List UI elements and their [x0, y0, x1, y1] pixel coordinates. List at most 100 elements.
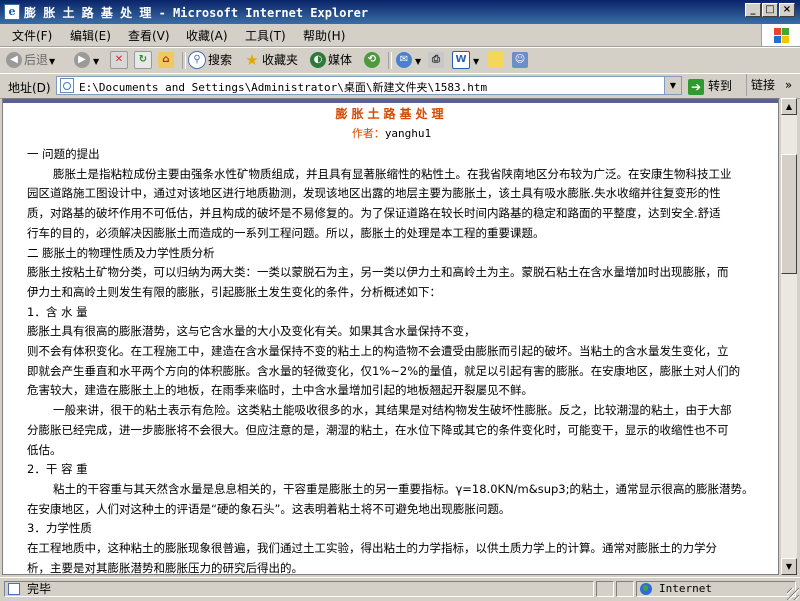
- favorites-button[interactable]: ★ 收藏夹: [244, 51, 298, 69]
- messenger-icon: ☺: [512, 51, 528, 68]
- forward-arrow-icon: ▶: [74, 51, 90, 68]
- article-line: 在工程地质中，这种粘土的膨胀现象很普遍，我们通过土工实验，得出粘土的力学指标，以…: [27, 541, 717, 555]
- links-chevron-icon[interactable]: »: [785, 78, 792, 92]
- back-label: 后退: [24, 53, 49, 67]
- menu-tools[interactable]: 工具(T): [245, 27, 286, 44]
- author-line: 作者：yanghu1: [3, 125, 778, 141]
- article-line: 质，对路基的破坏作用不可低估，并且构成的破坏是不易修复的。为了保证道路在较长时间…: [27, 206, 721, 221]
- back-button[interactable]: ◀ 后退▼: [6, 51, 55, 69]
- address-input[interactable]: E:\Documents and Settings\Administrator\…: [56, 76, 682, 95]
- article-line: 2．干 容 重: [27, 462, 88, 477]
- history-icon: ⟲: [364, 51, 380, 68]
- article-line: 析，主要是对其膨胀潜势和膨胀压力的研究后得出的。: [27, 560, 303, 575]
- article-line: 园区道路施工图设计中，通过对该地区进行地质勘测，发现该地区出露的地层主要为膨胀土…: [27, 186, 721, 201]
- title-bar[interactable]: e 膨 胀 土 路 基 处 理 - Microsoft Internet Exp…: [0, 0, 800, 24]
- maximize-button[interactable]: □: [762, 3, 778, 17]
- menu-help[interactable]: 帮助(H): [303, 27, 345, 44]
- address-label: 地址(D): [8, 81, 51, 95]
- status-page-icon: [8, 583, 20, 595]
- status-cell: [596, 581, 614, 597]
- home-icon: ⌂: [158, 51, 174, 68]
- back-dropdown-icon[interactable]: ▼: [49, 57, 55, 66]
- discuss-button[interactable]: [488, 51, 506, 69]
- go-arrow-icon: ➔: [688, 78, 704, 95]
- search-icon: ⚲: [188, 50, 206, 69]
- address-bar: 地址(D) E:\Documents and Settings\Administ…: [0, 73, 800, 99]
- address-dropdown-icon[interactable]: ▼: [664, 77, 681, 94]
- article-line: 膨胀土按粘土矿物分类，可以归纳为两大类：一类以蒙脱石为主，另一类以伊力土和高岭土…: [27, 265, 729, 280]
- menu-file[interactable]: 文件(F): [12, 27, 52, 44]
- home-button[interactable]: ⌂: [158, 51, 176, 69]
- media-label: 媒体: [328, 53, 353, 67]
- print-button[interactable]: ⎙: [428, 51, 446, 69]
- status-text: 完毕: [4, 581, 594, 597]
- resize-grip-icon[interactable]: [787, 588, 799, 600]
- refresh-icon: ↻: [134, 50, 152, 69]
- go-button[interactable]: ➔ 转到: [688, 77, 732, 95]
- search-label: 搜索: [208, 53, 233, 67]
- menu-favorites[interactable]: 收藏(A): [186, 27, 228, 44]
- article-line: 3．力学性质: [27, 521, 92, 536]
- mail-button[interactable]: ✉ ▼: [396, 51, 421, 69]
- links-button[interactable]: 链接 »: [746, 74, 792, 96]
- refresh-button[interactable]: ↻: [134, 50, 154, 69]
- article-line: 伊力土和高岭土则发生有限的膨胀，引起膨胀土发生变化的条件，分析概述如下：: [27, 284, 441, 299]
- messenger-button[interactable]: ☺: [512, 51, 530, 69]
- menu-edit[interactable]: 编辑(E): [70, 27, 111, 44]
- edit-button[interactable]: W ▼: [452, 50, 479, 69]
- page-icon: [60, 78, 74, 93]
- article-line: 行车的目的，必须解决因膨胀土而造成的一系列工程问题。所以，膨胀土的处理是本工程的…: [27, 225, 545, 240]
- article-line: 1．含 水 量: [27, 304, 88, 319]
- article-line: 一般来讲，很干的粘土表示有危险。这类粘土能吸收很多的水，其结果是对结构物发生破坏…: [53, 403, 732, 418]
- forward-dropdown-icon[interactable]: ▼: [93, 57, 99, 66]
- article-line: 膨胀土具有很高的膨胀潜势，这与它含水量的大小及变化有关。如果其含水量保持不变，: [27, 324, 476, 339]
- standard-toolbar: ◀ 后退▼ ▶ ▼ ✕ ↻ ⌂ ⚲ 搜索 ★ 收藏夹 ◐ 媒体 ⟲ ✉ ▼ ⎙ …: [0, 47, 800, 74]
- article-line: 则不会有体积变化。在工程施工中，建造在含水量保持不变的粘土上的构造物不会遭受由膨…: [27, 344, 729, 358]
- stop-button[interactable]: ✕: [110, 50, 130, 69]
- menu-view[interactable]: 查看(V): [128, 27, 170, 44]
- mail-dropdown-icon[interactable]: ▼: [415, 57, 421, 66]
- scrollbar-thumb[interactable]: [781, 154, 797, 274]
- ie-app-icon[interactable]: e: [4, 4, 20, 20]
- discuss-icon: [488, 51, 504, 68]
- scroll-down-arrow-icon[interactable]: ▼: [781, 558, 797, 575]
- article-line: 分膨胀已经完成，进一步膨胀将不会很大。但应注意的是，潮湿的粘土，在水位下降或其它…: [27, 422, 729, 437]
- media-button[interactable]: ◐ 媒体: [310, 51, 352, 69]
- author-name: yanghu1: [384, 127, 432, 140]
- address-value[interactable]: E:\Documents and Settings\Administrator\…: [79, 79, 487, 95]
- edit-dropdown-icon[interactable]: ▼: [473, 57, 479, 66]
- toolbar-separator: [182, 52, 186, 69]
- article-line: 粘土的干容重与其天然含水量是息息相关的，干容重是膨胀土的另一重要指标。γ=18.…: [53, 481, 754, 496]
- menu-bar: 文件(F) 编辑(E) 查看(V) 收藏(A) 工具(T) 帮助(H): [0, 24, 800, 47]
- author-label: 作者：: [351, 127, 385, 140]
- article-title: 膨胀土路基处理: [335, 107, 448, 121]
- window-title: 膨 胀 土 路 基 处 理 - Microsoft Internet Explo…: [24, 6, 369, 20]
- windows-logo-icon: [761, 24, 800, 46]
- history-button[interactable]: ⟲: [364, 51, 382, 69]
- status-done-label: 完毕: [27, 582, 52, 596]
- article-line: 低估。: [27, 442, 62, 457]
- print-icon: ⎙: [428, 51, 444, 68]
- vertical-scrollbar[interactable]: ▲ ▼: [780, 98, 797, 575]
- status-bar: 完毕 Internet: [0, 577, 800, 601]
- article-line: 危害较大，建造在膨胀土上的地板，在雨季来临时，土中含水量增加引起的地板翘起开裂屡…: [27, 383, 533, 398]
- article-line: 在安康地区，人们对这种土的评语是“硬的象石头”。这表明着粘土将不可避免地出现膨胀…: [27, 501, 511, 516]
- media-globe-icon: ◐: [310, 51, 326, 68]
- ie-window: e 膨 胀 土 路 基 处 理 - Microsoft Internet Exp…: [0, 0, 800, 601]
- go-label: 转到: [708, 79, 733, 93]
- search-button[interactable]: ⚲ 搜索: [188, 50, 233, 69]
- internet-globe-icon: [640, 583, 652, 595]
- scroll-up-arrow-icon[interactable]: ▲: [781, 98, 797, 115]
- minimize-button[interactable]: _: [745, 3, 761, 17]
- zone-label: Internet: [659, 582, 712, 595]
- toolbar-separator: [388, 52, 392, 69]
- close-button[interactable]: ×: [779, 3, 795, 17]
- word-edit-icon: W: [452, 50, 470, 69]
- stop-icon: ✕: [110, 50, 128, 69]
- forward-button[interactable]: ▶ ▼: [74, 51, 99, 69]
- mail-icon: ✉: [396, 51, 412, 68]
- page-content[interactable]: 膨胀土路基处理 作者：yanghu1 一 问题的提出 膨胀土是指粘粒成份主要由强条…: [2, 98, 779, 575]
- security-zone[interactable]: Internet: [636, 581, 796, 597]
- article-line: 即就会产生垂直和水平两个方向的体积膨胀。含水量的轻微变化，仅1%~2%的量值，就…: [27, 363, 741, 378]
- top-band: [3, 99, 778, 103]
